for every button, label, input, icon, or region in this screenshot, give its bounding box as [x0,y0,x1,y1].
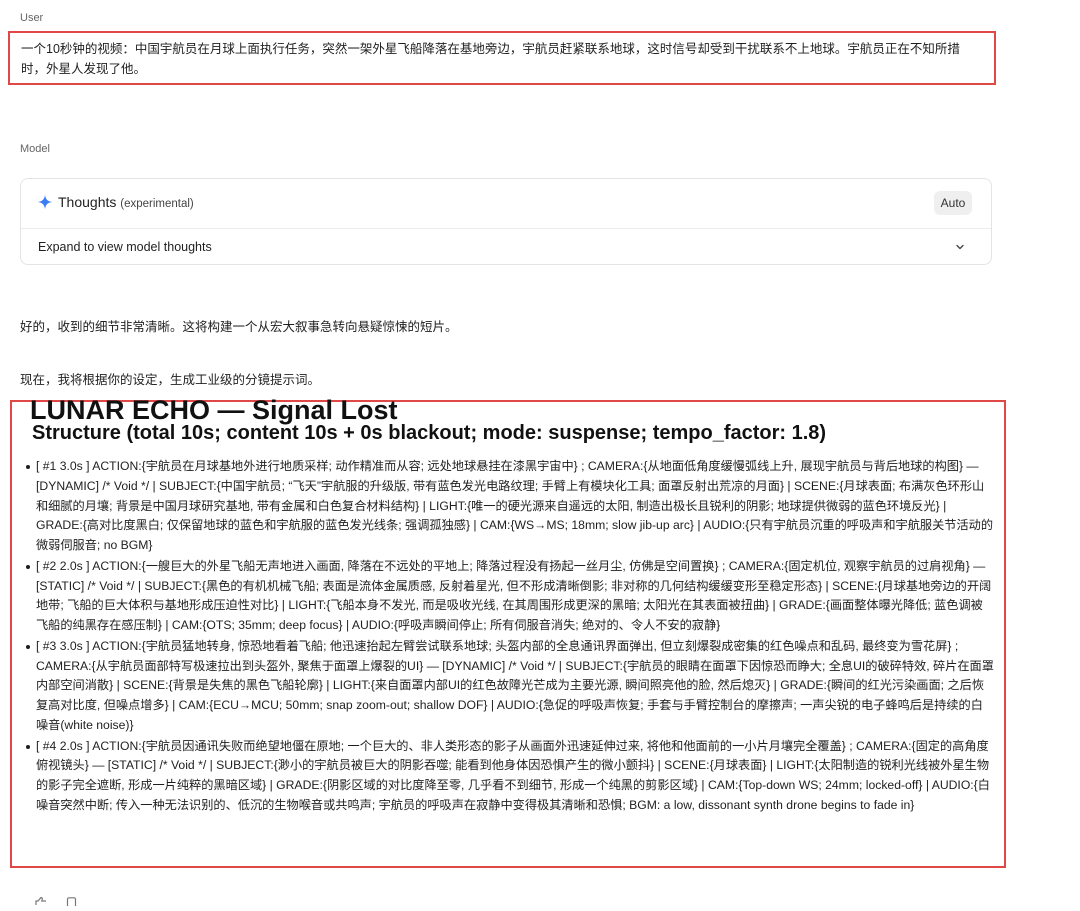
experimental-tag: (experimental) [120,198,194,210]
thoughts-panel: Thoughts (experimental) Auto Expand to v… [20,178,992,265]
shot-list: [ #1 3.0s ] ACTION:{宇航员在月球基地外进行地质采样; 动作精… [26,457,994,817]
shot-item: [ #4 2.0s ] ACTION:{宇航员因通讯失败而绝望地僵在原地; 一个… [26,737,994,816]
reply-lead: 现在，我将根据你的设定，生成工业级的分镜提示词。 [20,373,321,387]
storyboard-title: LUNAR ECHO — Signal Lost [30,395,398,425]
storyboard-subtitle: Structure (total 10s; content 10s + 0s b… [32,422,827,444]
storyboard-highlight: LUNAR ECHO — Signal Lost Structure (tota… [10,395,1006,868]
spark-icon [38,195,52,209]
chevron-down-icon [956,244,964,250]
shot-item: [ #2 2.0s ] ACTION:{一艘巨大的外星飞船无声地进入画面, 降落… [26,557,994,636]
user-label: User [20,12,44,24]
thoughts-title-text: Thoughts [58,194,117,210]
user-message-highlight: 一个10秒钟的视频：中国宇航员在月球上面执行任务，突然一架外星飞船降落在基地旁边… [8,31,996,85]
model-label: Model [20,143,50,155]
mode-badge[interactable]: Auto [934,191,972,215]
expand-thoughts-toggle[interactable]: Expand to view model thoughts [21,229,991,266]
thoughts-header: Thoughts (experimental) Auto [21,179,991,229]
shot-item: [ #1 3.0s ] ACTION:{宇航员在月球基地外进行地质采样; 动作精… [26,457,994,556]
thoughts-title: Thoughts (experimental) [58,194,194,210]
reply-intro: 好的，收到的细节非常清晰。这将构建一个从宏大叙事急转向悬疑惊悚的短片。 [20,320,458,334]
response-actions [34,893,88,911]
expand-thoughts-label: Expand to view model thoughts [38,240,212,254]
user-message: 一个10秒钟的视频：中国宇航员在月球上面执行任务，突然一架外星飞船降落在基地旁边… [21,42,960,76]
shot-item: [ #3 3.0s ] ACTION:{宇航员猛地转身, 惊恐地看着飞船; 他迅… [26,637,994,736]
